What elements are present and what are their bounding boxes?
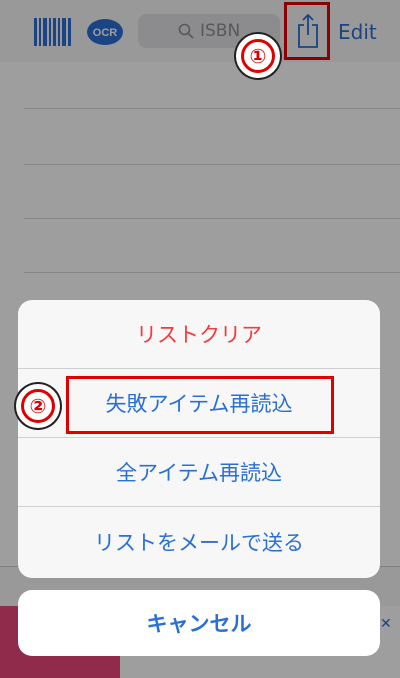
email-list-label: リストをメールで送る [94, 530, 304, 555]
reload-all-items-label: 全アイテム再読込 [116, 461, 282, 485]
cancel-label: キャンセル [146, 612, 252, 636]
clear-list-button[interactable]: リストクリア [18, 300, 380, 369]
highlight-box [66, 376, 334, 434]
callout-1-label: ① [241, 39, 275, 73]
callout-2-label: ② [21, 389, 55, 423]
cancel-button[interactable]: キャンセル [18, 590, 380, 656]
email-list-button[interactable]: リストをメールで送る [18, 507, 380, 576]
callout-2-badge: ② [16, 384, 60, 428]
screen: OCR ISBN Edit ✕ ① リストクリア 失敗アイテム再読込 全アイテム… [0, 0, 400, 678]
reload-all-items-button[interactable]: 全アイテム再読込 [18, 438, 380, 507]
callout-1-badge: ① [236, 34, 280, 78]
action-sheet: リストクリア 失敗アイテム再読込 全アイテム再読込 リストをメールで送る [18, 300, 380, 578]
clear-list-label: リストクリア [136, 323, 262, 347]
